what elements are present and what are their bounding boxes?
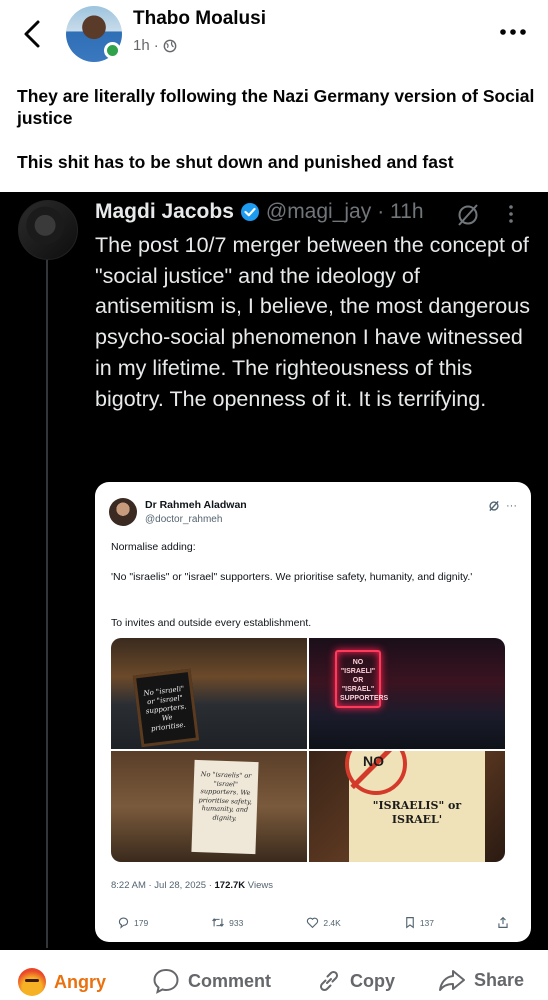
quoted-image-window-sign: No "israelis" or "israel" supporters. We… (111, 751, 307, 862)
grok-icon (458, 204, 478, 226)
like-icon (307, 917, 319, 929)
meta-separator: · (153, 37, 159, 54)
quoted-image-grid: No "israeli" or "israel" supporters. We … (111, 638, 505, 862)
bookmark-icon (406, 917, 414, 929)
quoted-handle: @doctor_rahmeh (145, 514, 223, 525)
post-meta: 1h · (133, 37, 177, 54)
window-paper-sign: No "israelis" or "israel" supporters. We… (191, 759, 259, 855)
angry-label: Angry (54, 971, 107, 992)
bookmark-count: 137 (404, 916, 434, 929)
angry-emoji-icon (18, 968, 46, 996)
quoted-action-bar: 179 933 2.4K 137 (117, 916, 509, 929)
comment-label: Comment (188, 970, 272, 991)
quoted-image-neon-sign: NO "ISRAELI" OR "ISRAEL" SUPPORTERS (309, 638, 505, 749)
neon-sign: NO "ISRAELI" OR "ISRAEL" SUPPORTERS (335, 650, 388, 708)
post-text: They are literally following the Nazi Ge… (17, 85, 537, 173)
comment-button[interactable]: Comment (152, 968, 271, 994)
grok-icon (489, 500, 499, 512)
quoted-header-icons: ··· (488, 500, 517, 512)
copy-icon (319, 970, 339, 992)
tweet-time: · 11h (377, 200, 424, 223)
tweet-avatar (18, 200, 78, 260)
repost-count: 933 (211, 916, 243, 929)
comment-icon (153, 968, 179, 994)
chalkboard-sign: No "israeli" or "israel" supporters. We … (132, 668, 200, 748)
like-count-value: 2.4K (323, 917, 341, 928)
thread-line (46, 258, 48, 948)
more-horizontal-icon[interactable] (498, 22, 528, 42)
online-status-dot (104, 42, 121, 59)
tweet-author-name: Magdi Jacobs (95, 200, 234, 223)
post-header: Thabo Moalusi 1h · (0, 0, 548, 70)
post-text-line: This shit has to be shut down and punish… (17, 152, 454, 172)
angry-reaction-button[interactable]: Angry (18, 968, 106, 996)
reply-count-value: 179 (134, 917, 149, 928)
share-label: Share (474, 969, 525, 990)
post-time[interactable]: 1h (133, 37, 150, 54)
back-chevron-icon[interactable] (18, 14, 48, 54)
bookmark-count-value: 137 (419, 917, 435, 928)
quoted-image-no-sign: "ISRAELIS" or ISRAEL' NO (309, 751, 505, 862)
no-text: NO (363, 753, 384, 769)
share-icon (498, 916, 508, 928)
tweet-body: The post 10/7 merger between the concept… (95, 233, 530, 411)
quoted-para: To invites and outside every establishme… (111, 617, 312, 629)
quoted-more-icon: ··· (506, 500, 517, 512)
copy-label: Copy (350, 970, 395, 991)
quoted-author-name: Dr Rahmeh Aladwan (145, 499, 247, 511)
post-text-line: They are literally following the Nazi Ge… (17, 86, 535, 128)
quoted-image-cafe-sign: No "israeli" or "israel" supporters. We … (111, 638, 307, 749)
quoted-para: 'No "israelis" or "israel" supporters. W… (111, 571, 473, 583)
tweet-screenshot[interactable]: Magdi Jacobs @magi_jay · 11h The post 10… (0, 192, 548, 950)
quoted-views-count: 172.7K (214, 880, 246, 891)
share-action (497, 916, 509, 929)
reply-count: 179 (117, 916, 148, 929)
share-button[interactable]: Share (438, 968, 524, 992)
tweet-header: Magdi Jacobs @magi_jay · 11h (95, 200, 424, 224)
author-name[interactable]: Thabo Moalusi (133, 8, 266, 30)
like-count: 2.4K (306, 916, 341, 929)
share-arrow-icon (439, 970, 465, 991)
tweet-handle: @magi_jay (265, 200, 372, 223)
copy-button[interactable]: Copy (316, 968, 395, 994)
quoted-views-label: Views (247, 880, 273, 891)
quoted-avatar (109, 498, 137, 526)
quoted-date: 8:22 AM · Jul 28, 2025 · (111, 880, 212, 891)
kebab-icon (509, 205, 513, 223)
quoted-tweet-card: Dr Rahmeh Aladwan @doctor_rahmeh ··· Nor… (95, 482, 531, 942)
repost-count-value: 933 (229, 917, 244, 928)
repost-icon (212, 918, 225, 927)
verified-badge-icon (240, 203, 259, 221)
quoted-timestamp: 8:22 AM · Jul 28, 2025 · 172.7K Views (111, 880, 273, 891)
quoted-para: Normalise adding: (111, 541, 196, 553)
globe-icon (163, 39, 177, 52)
reply-icon (118, 917, 129, 929)
